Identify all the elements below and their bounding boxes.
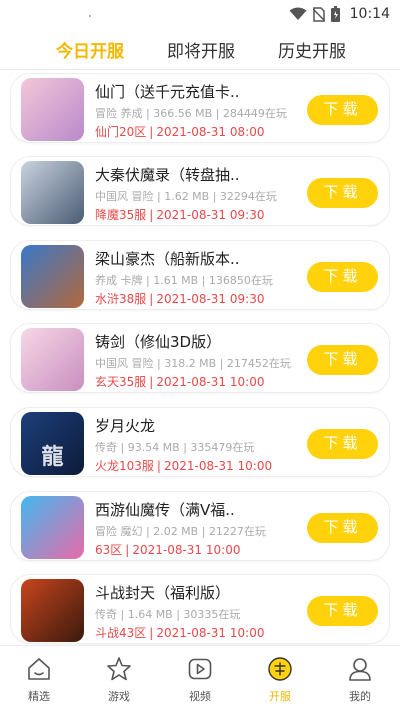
download-button[interactable]: 下载 <box>307 596 378 626</box>
star-icon <box>107 657 131 681</box>
tabs-divider <box>0 69 400 70</box>
game-title: 斗战封天（福利版） <box>95 584 231 602</box>
server-name: 降魔35服 <box>95 208 147 222</box>
server-open-time: 2021-08-31 08:00 <box>156 125 265 139</box>
game-meta: 传奇 | 93.54 MB | 335479在玩 <box>95 441 255 454</box>
server-open-time: 2021-08-31 09:30 <box>156 208 265 222</box>
server-open-time: 2021-08-31 09:30 <box>156 292 265 306</box>
nav-item-games[interactable]: 游戏 <box>89 656 149 704</box>
server-open-time: 2021-08-31 10:00 <box>132 543 241 557</box>
nav-item-featured[interactable]: 精选 <box>9 656 69 704</box>
game-list[interactable]: 仙门（送千元充值卡.. 冒险 养成 | 366.56 MB | 284449在玩… <box>0 73 400 645</box>
game-server-info: 斗战43区 | 2021-08-31 10:00 <box>95 626 265 640</box>
game-server-info: 水浒38服 | 2021-08-31 09:30 <box>95 292 265 306</box>
user-icon <box>349 658 371 681</box>
status-dot <box>89 15 91 17</box>
nav-label: 视频 <box>189 690 211 703</box>
thumb-logo-glyph: 龍 <box>41 445 64 470</box>
nav-label: 精选 <box>28 690 50 703</box>
nav-label: 开服 <box>269 690 291 703</box>
bottom-nav: 精选 游戏 视频 开服 我的 <box>0 645 400 711</box>
nav-item-video[interactable]: 视频 <box>170 656 230 704</box>
nav-item-profile[interactable]: 我的 <box>330 656 390 704</box>
download-button[interactable]: 下载 <box>307 178 378 208</box>
status-bar: 10:14 <box>0 0 400 28</box>
server-name: 斗战43区 <box>95 626 147 640</box>
server-name: 水浒38服 <box>95 292 147 306</box>
game-meta: 中国风 冒险 | 318.2 MB | 217452在玩 <box>95 357 291 370</box>
server-name: 火龙103服 <box>95 459 154 473</box>
game-thumbnail[interactable] <box>21 579 84 642</box>
server-icon <box>268 657 292 681</box>
game-meta: 传奇 | 1.64 MB | 30335在玩 <box>95 608 241 621</box>
server-tabs: 今日开服 即将开服 历史开服 <box>0 30 400 66</box>
game-card[interactable]: 龍 岁月火龙 传奇 | 93.54 MB | 335479在玩 火龙103服 | 2… <box>10 407 390 477</box>
status-icons: 10:14 <box>289 4 390 24</box>
battery-icon <box>330 6 340 22</box>
game-meta: 冒险 魔幻 | 2.02 MB | 21227在玩 <box>95 525 266 538</box>
game-title: 铸剑（修仙3D版） <box>95 333 222 351</box>
nav-label: 游戏 <box>108 690 130 703</box>
game-meta: 养成 卡牌 | 1.61 MB | 136850在玩 <box>95 274 273 287</box>
download-button[interactable]: 下载 <box>307 345 378 375</box>
game-title: 西游仙魔传（满V福.. <box>95 501 235 519</box>
game-server-info: 火龙103服 | 2021-08-31 10:00 <box>95 459 273 473</box>
game-thumbnail[interactable] <box>21 328 84 391</box>
nav-item-servers[interactable]: 开服 <box>250 656 310 704</box>
game-meta: 冒险 养成 | 366.56 MB | 284449在玩 <box>95 107 287 120</box>
game-card[interactable]: 西游仙魔传（满V福.. 冒险 魔幻 | 2.02 MB | 21227在玩 63… <box>10 491 390 561</box>
game-thumbnail[interactable] <box>21 78 84 141</box>
server-open-time: 2021-08-31 10:00 <box>156 375 265 389</box>
download-button[interactable]: 下载 <box>307 429 378 459</box>
nav-label: 我的 <box>349 690 371 703</box>
game-meta: 中国风 冒险 | 1.62 MB | 32294在玩 <box>95 190 277 203</box>
download-button[interactable]: 下载 <box>307 513 378 543</box>
wifi-icon <box>289 7 307 20</box>
server-name: 玄天35服 <box>95 375 147 389</box>
game-thumbnail[interactable] <box>21 161 84 224</box>
game-title: 岁月火龙 <box>95 417 156 435</box>
tab-today[interactable]: 今日开服 <box>56 37 124 62</box>
server-name: 63区 <box>95 543 123 557</box>
game-server-info: 仙门20区 | 2021-08-31 08:00 <box>95 125 265 139</box>
status-time: 10:14 <box>349 6 390 22</box>
game-thumbnail[interactable]: 龍 <box>21 412 84 475</box>
server-name: 仙门20区 <box>95 125 147 139</box>
game-server-info: 63区 | 2021-08-31 10:00 <box>95 543 241 557</box>
tab-upcoming[interactable]: 即将开服 <box>167 37 235 62</box>
server-open-time: 2021-08-31 10:00 <box>156 626 265 640</box>
no-sim-icon <box>312 6 325 22</box>
download-button[interactable]: 下载 <box>307 95 378 125</box>
game-card[interactable]: 大秦伏魔录（转盘抽.. 中国风 冒险 | 1.62 MB | 32294在玩 降… <box>10 156 390 226</box>
download-button[interactable]: 下载 <box>307 262 378 292</box>
home-icon <box>28 658 50 680</box>
game-server-info: 降魔35服 | 2021-08-31 09:30 <box>95 208 265 222</box>
game-card[interactable]: 铸剑（修仙3D版） 中国风 冒险 | 318.2 MB | 217452在玩 玄… <box>10 323 390 393</box>
play-icon <box>188 658 212 680</box>
game-card[interactable]: 梁山豪杰（船新版本.. 养成 卡牌 | 1.61 MB | 136850在玩 水… <box>10 240 390 310</box>
tab-history[interactable]: 历史开服 <box>278 37 346 62</box>
game-title: 梁山豪杰（船新版本.. <box>95 250 240 268</box>
game-card[interactable]: 仙门（送千元充值卡.. 冒险 养成 | 366.56 MB | 284449在玩… <box>10 73 390 143</box>
game-card[interactable]: 斗战封天（福利版） 传奇 | 1.64 MB | 30335在玩 斗战43区 | 2… <box>10 574 390 644</box>
game-title: 仙门（送千元充值卡.. <box>95 83 240 101</box>
game-title: 大秦伏魔录（转盘抽.. <box>95 166 240 184</box>
game-thumbnail[interactable] <box>21 245 84 308</box>
game-server-info: 玄天35服 | 2021-08-31 10:00 <box>95 375 265 389</box>
game-thumbnail[interactable] <box>21 496 84 559</box>
server-open-time: 2021-08-31 10:00 <box>163 459 273 473</box>
